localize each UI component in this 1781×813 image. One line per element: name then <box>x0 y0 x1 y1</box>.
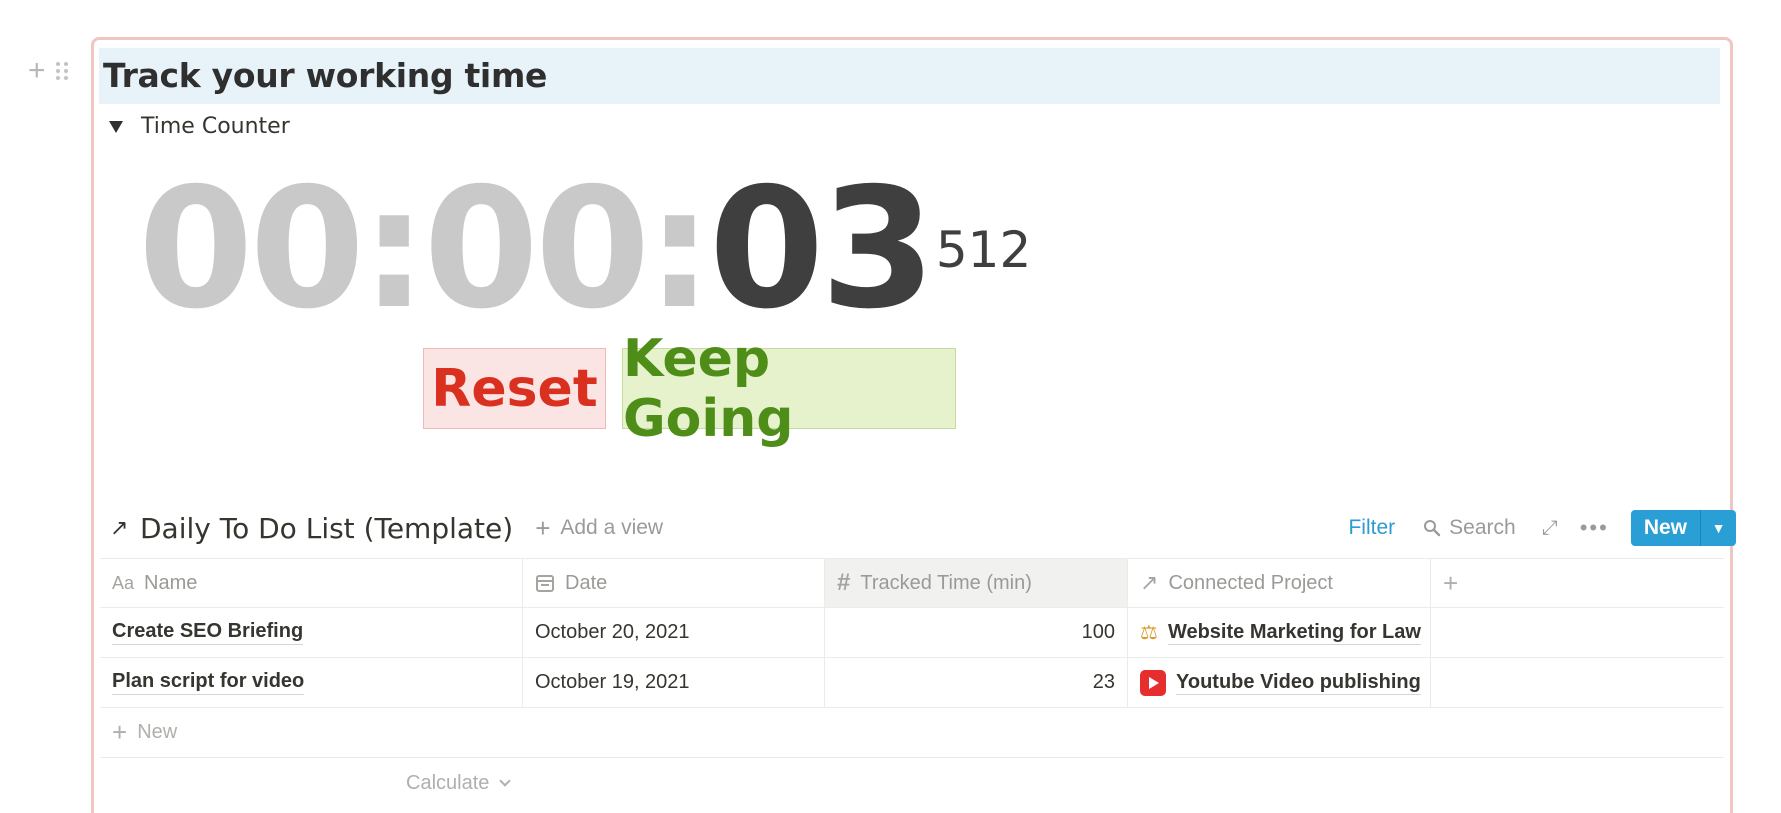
chevron-down-icon <box>499 775 512 787</box>
table-row[interactable]: Plan script for video October 19, 2021 2… <box>100 658 1724 708</box>
timer-seconds: 03 <box>708 153 936 346</box>
open-full-page-icon[interactable]: ⤢ <box>1542 517 1558 540</box>
timer-colon: : <box>361 153 427 346</box>
calendar-icon <box>536 575 554 592</box>
column-header-label: Date <box>565 571 608 594</box>
linked-database-arrow-icon: ↗ <box>110 515 129 540</box>
timer-minutes: 00 <box>423 153 650 346</box>
calculate-button[interactable]: Calculate <box>100 758 1724 808</box>
database-title[interactable]: Daily To Do List (Template) <box>140 512 513 545</box>
filter-button[interactable]: Filter <box>1348 516 1395 540</box>
new-button-group: New ▼ <box>1630 510 1736 546</box>
title-bar: Track your working time <box>99 48 1720 104</box>
add-new-row-button[interactable]: + New <box>100 708 1724 758</box>
youtube-icon <box>1140 669 1166 696</box>
text-property-icon: Aa <box>112 572 135 593</box>
add-column-button[interactable]: + <box>1431 559 1724 607</box>
cell-tracked-time[interactable]: 100 <box>825 608 1128 657</box>
cell-name[interactable]: Create SEO Briefing <box>100 608 523 657</box>
plus-icon: + <box>112 717 128 747</box>
column-header-label: Connected Project <box>1168 571 1333 594</box>
search-label: Search <box>1449 516 1516 539</box>
column-header-tracked-time[interactable]: # Tracked Time (min) <box>825 559 1128 607</box>
database-toolbar: Filter Search ⤢ ••• New ▼ <box>1348 505 1736 551</box>
column-header-label: Name <box>144 571 198 594</box>
cell-connected-project[interactable]: Youtube Video publishing <box>1128 658 1431 707</box>
add-view-label: Add a view <box>560 516 664 539</box>
add-block-icon[interactable]: + <box>28 56 46 86</box>
column-header-connected-project[interactable]: ↗ Connected Project <box>1128 559 1431 607</box>
toggle-time-counter[interactable]: Time Counter <box>109 114 290 139</box>
cell-tracked-time[interactable]: 23 <box>825 658 1128 707</box>
scale-icon: ⚖ <box>1140 622 1158 644</box>
block-handle: + <box>28 56 68 86</box>
page-title: Track your working time <box>103 56 548 95</box>
timer-colon: : <box>646 153 712 346</box>
cell-empty <box>1431 658 1724 707</box>
cell-name[interactable]: Plan script for video <box>100 658 523 707</box>
row-title: Plan script for video <box>112 670 305 695</box>
new-dropdown-chevron-icon[interactable]: ▼ <box>1700 510 1736 546</box>
cell-connected-project[interactable]: ⚖ Website Marketing for Law <box>1128 608 1431 657</box>
search-icon <box>1424 520 1441 537</box>
new-row-label: New <box>137 721 178 743</box>
cell-date[interactable]: October 20, 2021 <box>523 608 825 657</box>
new-button[interactable]: New <box>1630 510 1700 546</box>
search-button[interactable]: Search <box>1423 516 1516 540</box>
keep-going-button[interactable]: Keep Going <box>622 329 956 449</box>
timer-hours: 00 <box>138 153 365 346</box>
project-link[interactable]: Youtube Video publishing <box>1176 671 1421 695</box>
drag-handle-icon[interactable] <box>55 60 68 82</box>
toggle-label: Time Counter <box>141 114 290 139</box>
database-table: Aa Name Date # Tracked Time (min) ↗ Conn… <box>100 558 1724 808</box>
database-header: ↗ Daily To Do List (Template) + Add a vi… <box>110 505 1736 551</box>
project-link[interactable]: Website Marketing for Law <box>1167 621 1421 645</box>
number-property-icon: # <box>837 569 851 596</box>
column-header-label: Tracked Time (min) <box>860 571 1032 594</box>
calculate-label: Calculate <box>406 771 490 794</box>
reset-button[interactable]: Reset <box>423 348 606 429</box>
relation-arrow-icon: ↗ <box>1140 570 1159 595</box>
plus-icon: + <box>1443 567 1459 598</box>
plus-icon: + <box>535 512 551 543</box>
time-counter-display: 00 : 00 : 03 512 <box>138 165 1031 335</box>
cell-date[interactable]: October 19, 2021 <box>523 658 825 707</box>
more-options-icon[interactable]: ••• <box>1580 515 1609 541</box>
column-header-name[interactable]: Aa Name <box>100 559 523 607</box>
cell-empty <box>1431 608 1724 657</box>
timer-milliseconds: 512 <box>935 221 1032 279</box>
table-header-row: Aa Name Date # Tracked Time (min) ↗ Conn… <box>100 558 1724 608</box>
column-header-date[interactable]: Date <box>523 559 825 607</box>
add-view-button[interactable]: + Add a view <box>535 513 663 544</box>
toggle-triangle-icon[interactable] <box>109 120 123 133</box>
row-title: Create SEO Briefing <box>112 620 304 645</box>
table-row[interactable]: Create SEO Briefing October 20, 2021 100… <box>100 608 1724 658</box>
